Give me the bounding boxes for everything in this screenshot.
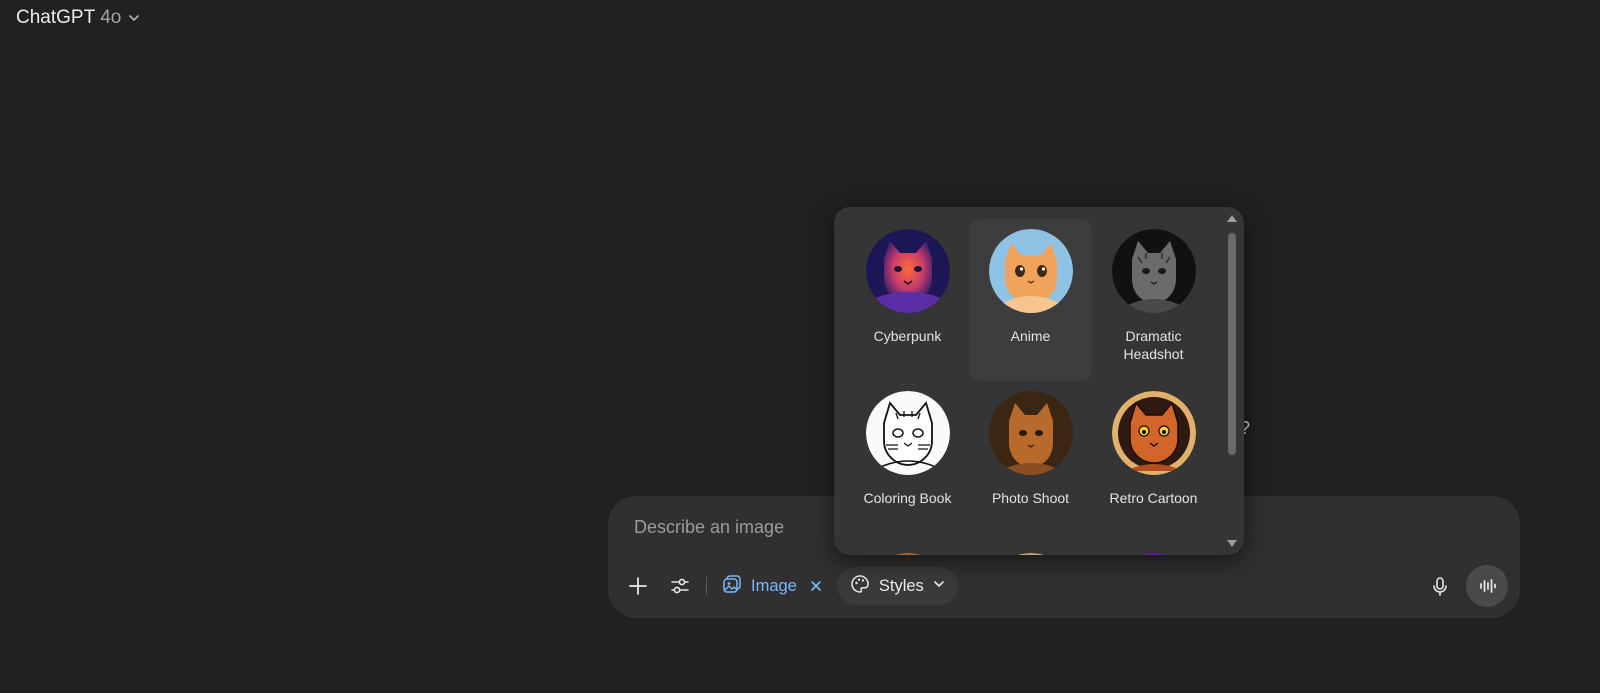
- scrollbar-thumb[interactable]: [1228, 233, 1236, 455]
- style-option-coloring-book[interactable]: Coloring Book: [846, 381, 969, 543]
- image-mode-chip[interactable]: Image: [715, 568, 829, 604]
- style-option-partial[interactable]: [969, 543, 1092, 555]
- style-option-partial[interactable]: [1092, 543, 1215, 555]
- dictate-button[interactable]: [1422, 568, 1458, 604]
- styles-grid: Cyberpunk Anime Dramatic Headshot Colori…: [846, 219, 1215, 555]
- close-icon[interactable]: [809, 579, 823, 593]
- sliders-icon: [669, 575, 691, 597]
- style-option-cyberpunk[interactable]: Cyberpunk: [846, 219, 969, 381]
- styles-scrollbar[interactable]: [1226, 211, 1238, 551]
- model-switcher[interactable]: ChatGPT 4o: [6, 2, 151, 34]
- cat-partial-thumbnail: [1017, 553, 1044, 555]
- model-name: ChatGPT: [16, 7, 96, 28]
- plus-icon: [627, 575, 649, 597]
- style-label: Cyberpunk: [873, 328, 942, 344]
- composer-toolbar: Image Styles: [620, 565, 1508, 607]
- chevron-down-icon: [932, 577, 946, 596]
- tools-button[interactable]: [662, 568, 698, 604]
- scroll-up-arrow-icon[interactable]: [1226, 213, 1238, 223]
- cat-partial-thumbnail: [894, 553, 921, 555]
- style-label: Anime: [1010, 328, 1051, 344]
- cat-dramatic-headshot-thumbnail: [1111, 229, 1196, 313]
- voice-waveform-icon: [1476, 575, 1498, 597]
- cat-photo-shoot-thumbnail: [988, 391, 1073, 475]
- style-option-dramatic-headshot[interactable]: Dramatic Headshot: [1092, 219, 1215, 381]
- styles-menu: Cyberpunk Anime Dramatic Headshot Colori…: [834, 207, 1244, 555]
- palette-icon: [849, 573, 871, 600]
- style-option-partial[interactable]: [846, 543, 969, 555]
- style-option-retro-cartoon[interactable]: Retro Cartoon: [1092, 381, 1215, 543]
- voice-mode-button[interactable]: [1466, 565, 1508, 607]
- cat-coloring-book-thumbnail: [865, 391, 950, 475]
- cat-cyberpunk-thumbnail: [865, 229, 950, 313]
- cat-retro-cartoon-thumbnail: [1111, 391, 1196, 475]
- chevron-down-icon: [127, 11, 141, 25]
- add-attachment-button[interactable]: [620, 568, 656, 604]
- toolbar-divider: [706, 577, 707, 595]
- image-chip-label: Image: [751, 576, 797, 595]
- style-option-anime[interactable]: Anime: [969, 219, 1092, 381]
- microphone-icon: [1429, 575, 1451, 597]
- style-option-photo-shoot[interactable]: Photo Shoot: [969, 381, 1092, 543]
- style-label: Photo Shoot: [991, 490, 1070, 506]
- composer-right-tools: [1422, 565, 1508, 607]
- style-label: Coloring Book: [863, 490, 952, 506]
- scroll-down-arrow-icon[interactable]: [1226, 539, 1238, 549]
- model-version: 4o: [100, 7, 122, 28]
- cat-anime-thumbnail: [988, 229, 1073, 313]
- styles-button-label: Styles: [878, 576, 924, 595]
- style-label: Dramatic Headshot: [1123, 328, 1184, 362]
- style-label: Retro Cartoon: [1109, 490, 1198, 506]
- image-icon: [721, 573, 743, 600]
- cat-partial-thumbnail: [1140, 553, 1167, 555]
- styles-button[interactable]: Styles: [836, 567, 958, 605]
